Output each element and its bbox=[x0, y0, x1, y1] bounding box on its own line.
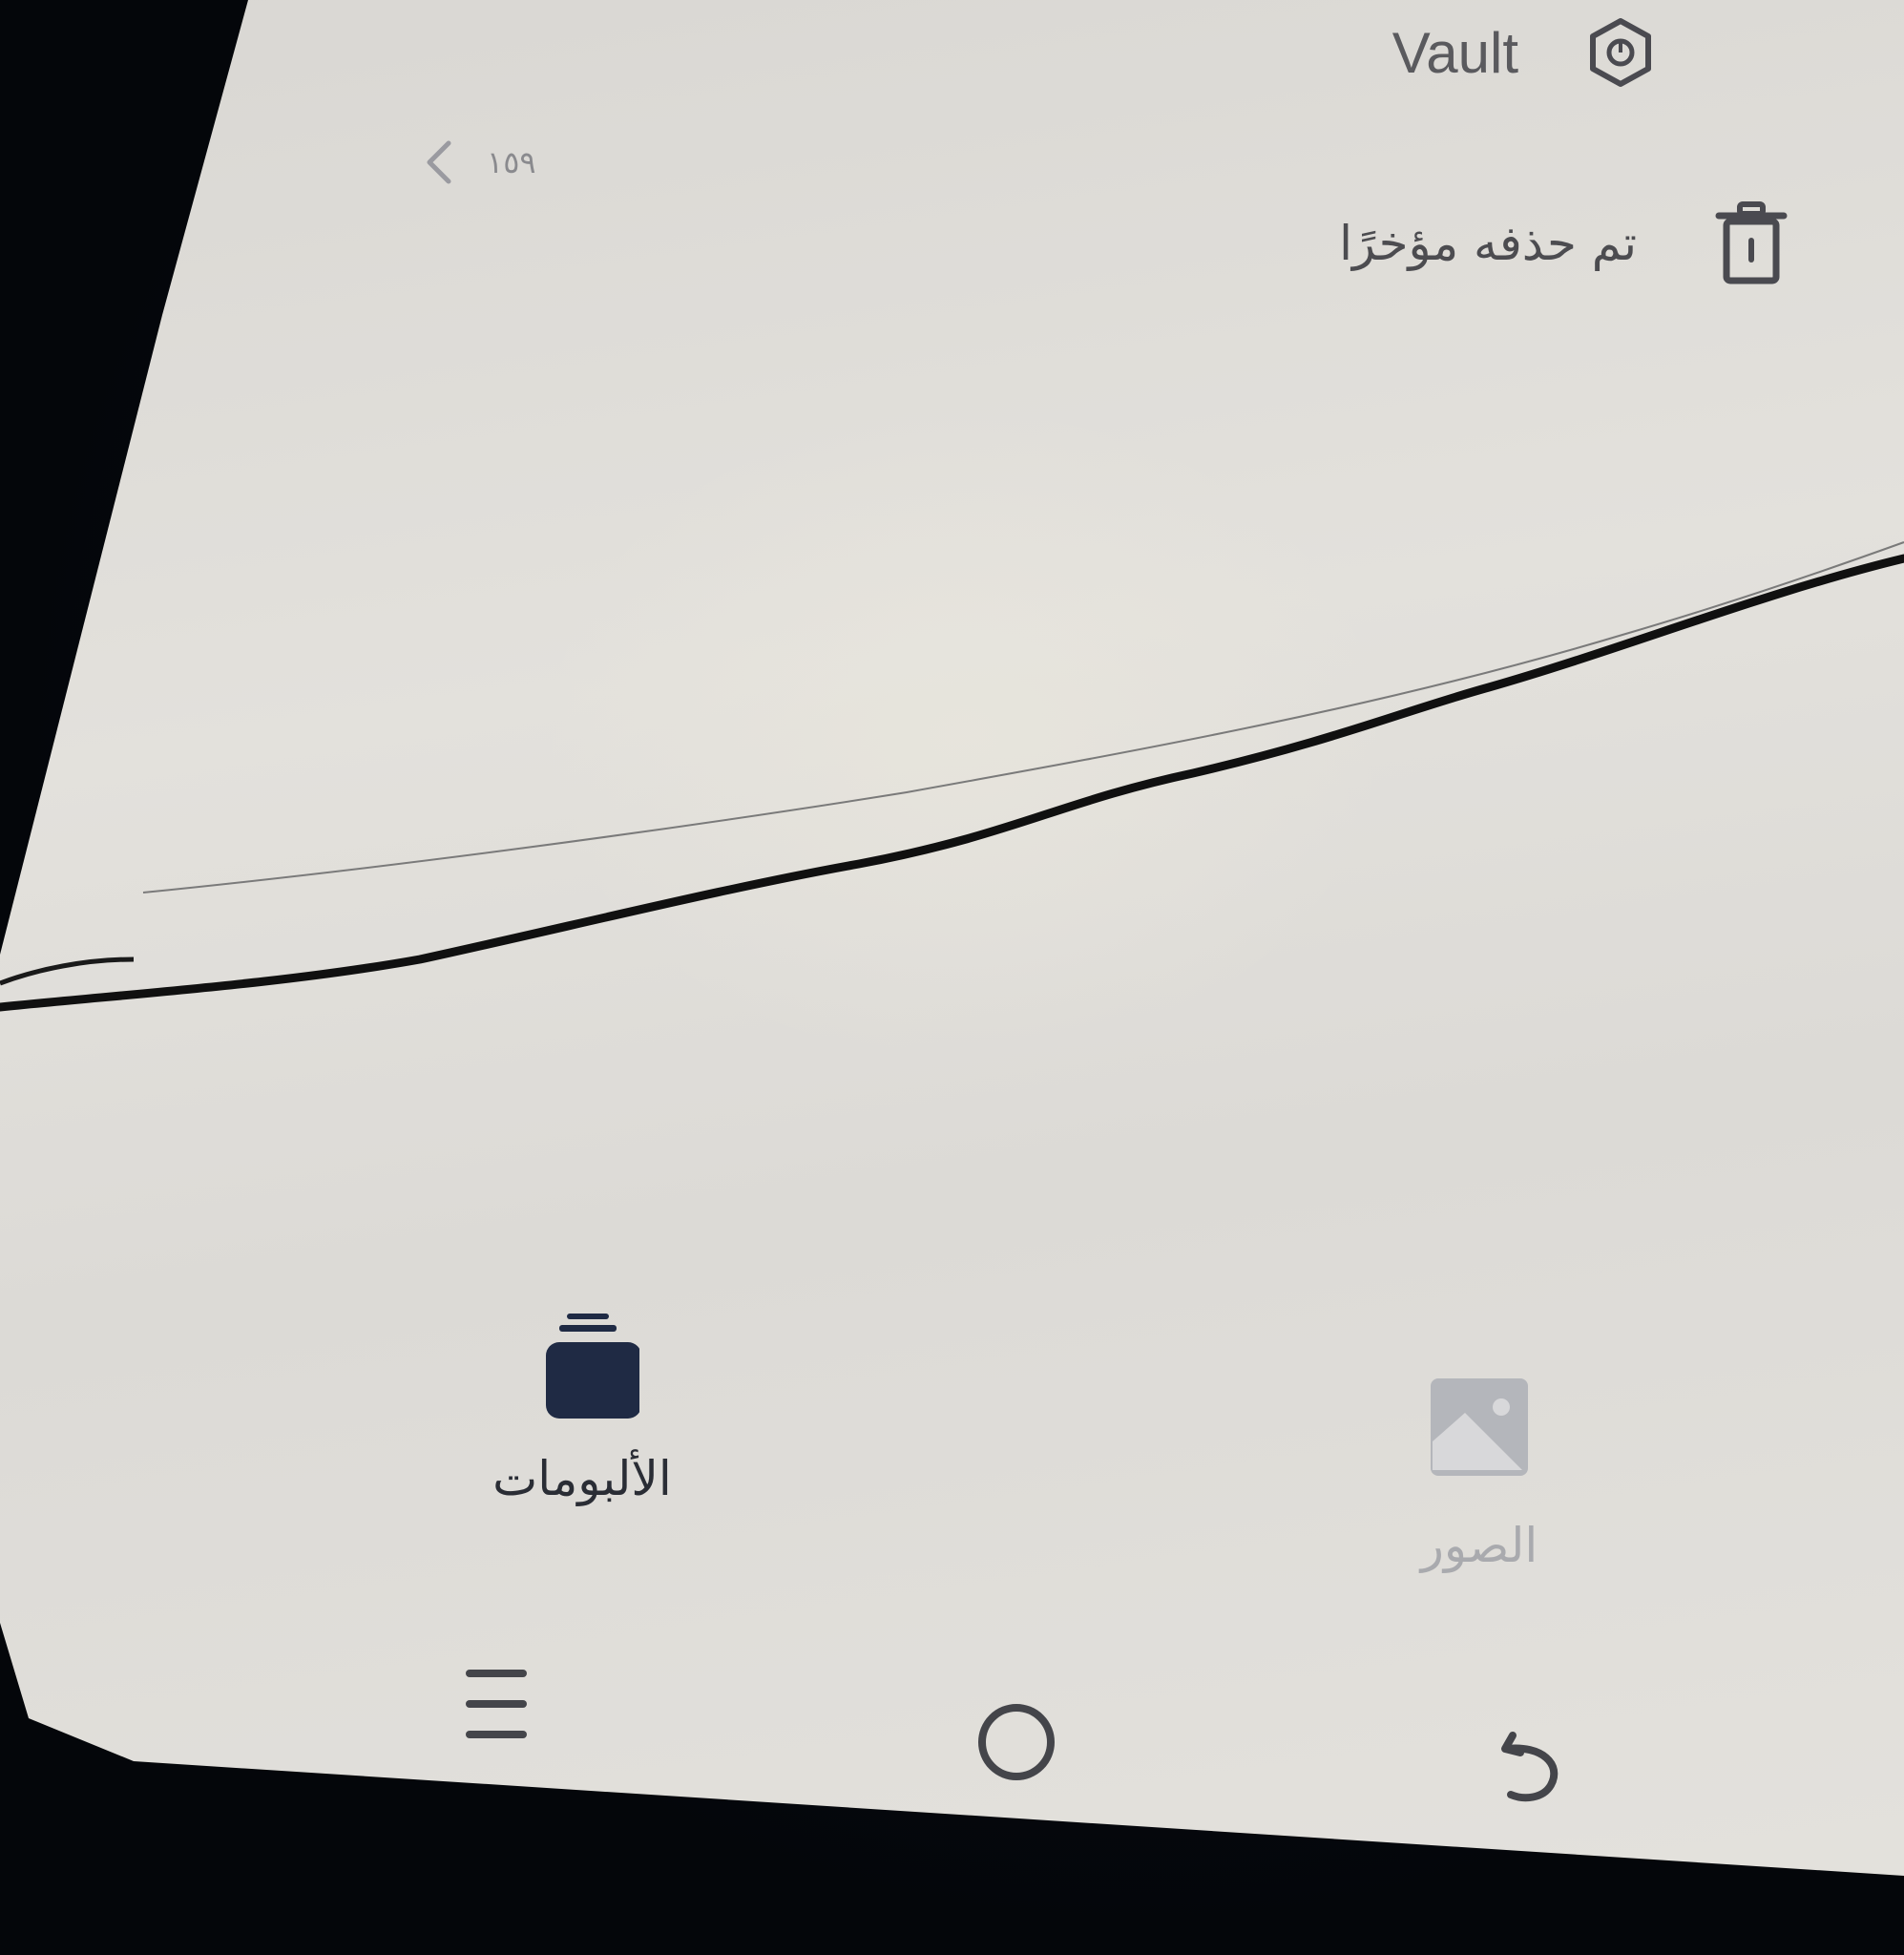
back-button[interactable] bbox=[1475, 1709, 1589, 1823]
home-button[interactable] bbox=[959, 1685, 1074, 1799]
recents-button[interactable] bbox=[439, 1647, 554, 1761]
tab-photos[interactable]: الصور bbox=[1365, 1375, 1594, 1573]
tab-albums[interactable]: الألبومات bbox=[468, 1308, 697, 1506]
photo-frame: Vault ١٥٩ تم حذفه مؤخرًا الألبومات الصور bbox=[0, 0, 1904, 1955]
recents-icon bbox=[466, 1670, 527, 1738]
tab-photos-label: الصور bbox=[1420, 1518, 1538, 1573]
albums-icon bbox=[546, 1314, 639, 1419]
home-icon bbox=[978, 1704, 1055, 1780]
image-icon bbox=[1431, 1378, 1528, 1476]
screen-crack bbox=[0, 541, 1904, 1012]
phone-screen: Vault ١٥٩ تم حذفه مؤخرًا الألبومات الصور bbox=[0, 0, 1904, 1876]
tab-albums-label: الألبومات bbox=[492, 1451, 672, 1506]
back-icon bbox=[1501, 1732, 1559, 1802]
